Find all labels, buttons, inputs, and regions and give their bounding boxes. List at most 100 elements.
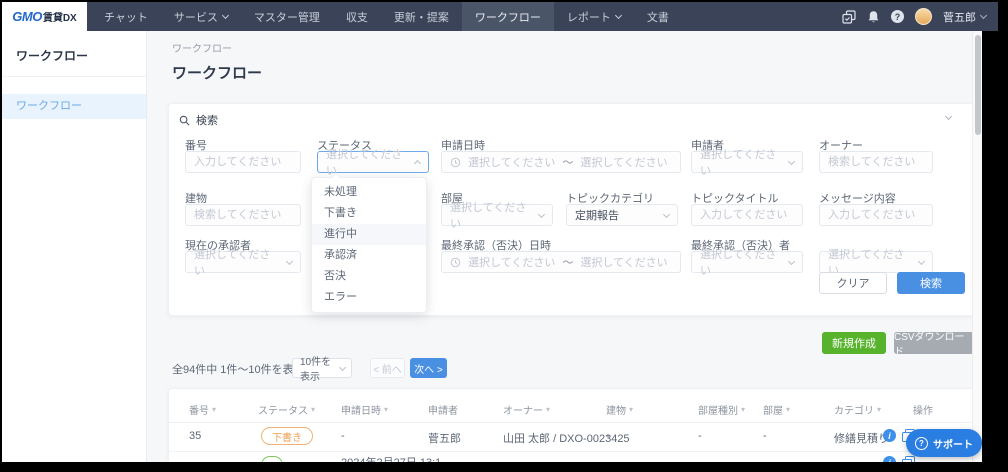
page-size-select[interactable]: 10件を表示 <box>292 357 352 383</box>
top-header: GMO 賃貸DX チャット サービス マスター管理 収支 更新・提案 ワークフロー… <box>2 2 998 31</box>
search-panel-title: 検索 <box>196 115 218 127</box>
status-option-unprocessed[interactable]: 未処理 <box>312 182 426 203</box>
divider <box>2 76 146 77</box>
bell-icon[interactable] <box>867 10 880 24</box>
workflow-table: 番号 ▾ ステータス ▾ 申請日時 ▾ 申請者 オーナー ▾ 建物 ▾ 部屋種別 ▾ 部屋 ▾… <box>168 388 974 462</box>
cell-number: 35 <box>189 430 202 442</box>
nav-item-service[interactable]: サービス <box>161 2 241 31</box>
clock-icon <box>450 257 461 267</box>
header-right: ? 菅五郎 <box>842 2 998 31</box>
chevron-down-icon <box>614 11 622 20</box>
csv-download-button[interactable]: CSVダウンロード <box>894 332 974 358</box>
breadcrumb: ワークフロー <box>172 44 232 55</box>
cell-room: - <box>763 430 767 442</box>
vertical-scrollbar <box>972 31 982 462</box>
owner-search-input[interactable] <box>819 151 933 173</box>
info-icon[interactable]: i <box>883 456 896 462</box>
prev-page-button[interactable]: < 前へ <box>370 358 405 378</box>
clock-icon <box>450 157 461 167</box>
sort-caret-icon: ▾ <box>212 405 217 414</box>
sidebar-item-workflow[interactable]: ワークフロー <box>2 94 146 119</box>
col-header-building[interactable]: 建物 ▾ <box>606 402 633 417</box>
topic-title-input[interactable] <box>691 204 803 226</box>
user-name: 菅五郎 <box>943 11 976 24</box>
support-button[interactable]: ? サポート <box>906 429 982 457</box>
info-icon[interactable]: i <box>883 429 896 442</box>
applied-at-range[interactable]: 選択してください ～ 選択してください <box>441 151 681 173</box>
col-header-applicant: 申請者 <box>428 406 458 417</box>
sidebar-title: ワークフロー <box>16 49 89 63</box>
status-option-rejected[interactable]: 否決 <box>312 266 426 287</box>
clear-button[interactable]: クリア <box>819 272 887 294</box>
nav-item-document[interactable]: 文書 <box>634 2 682 31</box>
next-page-button[interactable]: 次へ > <box>410 358 447 378</box>
col-header-room-type[interactable]: 部屋種別 ▾ <box>698 402 745 417</box>
status-option-approved[interactable]: 承認済 <box>312 245 426 266</box>
main-nav: チャット サービス マスター管理 収支 更新・提案 ワークフロー レポート 文書 <box>91 2 682 31</box>
current-approver-select[interactable]: 選択してください <box>185 249 301 277</box>
avatar[interactable] <box>915 8 932 25</box>
building-search-input[interactable] <box>185 204 301 226</box>
nav-item-balance[interactable]: 収支 <box>333 2 381 31</box>
room-select[interactable]: 選択してください <box>441 202 553 230</box>
status-badge <box>261 456 283 462</box>
create-new-button[interactable]: 新規作成 <box>822 332 886 354</box>
chevron-down-icon <box>787 257 796 265</box>
cell-applied-at: 2024年2月27日 13:1 <box>341 454 441 462</box>
nav-item-workflow[interactable]: ワークフロー <box>461 2 554 31</box>
final-decided-by-select[interactable]: 選択してください <box>691 249 803 277</box>
col-header-status[interactable]: ステータス ▾ <box>258 402 315 417</box>
topic-category-select[interactable]: 定期報告 <box>566 204 678 226</box>
divider <box>169 422 973 423</box>
status-option-in-progress[interactable]: 進行中 <box>312 224 426 245</box>
collapse-chevron-icon[interactable] <box>944 112 953 121</box>
col-header-applied-at[interactable]: 申請日時 ▾ <box>341 402 388 417</box>
app-logo[interactable]: GMO 賃貸DX <box>2 2 87 31</box>
search-panel-header: 検索 <box>179 112 218 128</box>
chevron-down-icon <box>787 157 796 165</box>
tasks-icon[interactable] <box>842 9 856 24</box>
sort-caret-icon: ▾ <box>311 405 316 414</box>
user-menu[interactable]: 菅五郎 <box>943 9 988 25</box>
search-button[interactable]: 検索 <box>897 272 965 294</box>
final-decided-by-select-2[interactable]: 選択してください <box>819 249 933 277</box>
chevron-down-icon <box>285 257 294 265</box>
divider <box>169 451 973 452</box>
chevron-up-icon <box>413 159 422 168</box>
nav-item-chat[interactable]: チャット <box>91 2 161 31</box>
cell-applicant: 菅五郎 <box>428 433 461 445</box>
col-header-category[interactable]: カテゴリ ▾ <box>834 402 881 417</box>
number-input[interactable] <box>185 151 301 173</box>
logo-gmo-text: GMO <box>12 9 42 24</box>
status-select[interactable]: 選択してください <box>317 149 429 177</box>
status-dropdown-menu: 未処理 下書き 進行中 承認済 否決 エラー <box>311 177 427 313</box>
applicant-select[interactable]: 選択してください <box>691 149 803 177</box>
nav-item-master[interactable]: マスター管理 <box>241 2 333 31</box>
status-option-error[interactable]: エラー <box>312 287 426 308</box>
page-title: ワークフロー <box>172 65 263 82</box>
sidebar: ワークフロー ワークフロー <box>2 31 147 462</box>
chevron-down-icon <box>979 11 988 20</box>
nav-item-renewal[interactable]: 更新・提案 <box>381 2 462 31</box>
col-header-owner[interactable]: オーナー ▾ <box>503 402 550 417</box>
col-header-operation: 操作 <box>913 406 933 417</box>
col-header-number[interactable]: 番号 ▾ <box>189 402 216 417</box>
chevron-down-icon <box>221 11 229 20</box>
message-input[interactable] <box>819 204 933 226</box>
chevron-down-icon <box>917 257 926 265</box>
sort-caret-icon: ▾ <box>741 405 746 414</box>
cell-room-type: - <box>698 430 702 442</box>
nav-item-report[interactable]: レポート <box>554 2 634 31</box>
scrollbar-thumb[interactable] <box>975 35 981 135</box>
sort-caret-icon: ▾ <box>786 405 791 414</box>
sort-caret-icon: ▾ <box>629 405 634 414</box>
copy-icon[interactable] <box>902 456 915 462</box>
final-decided-at-range[interactable]: 選択してください ～ 選択してください <box>441 251 681 273</box>
status-badge: 下書き <box>261 427 313 445</box>
col-header-room[interactable]: 部屋 ▾ <box>763 402 790 417</box>
help-icon[interactable]: ? <box>891 10 904 23</box>
cell-building: - <box>606 430 610 442</box>
search-panel: 検索 番号 ステータス 申請日時 申請者 オーナー 選択してください 選択してく… <box>168 103 974 316</box>
support-label: サポート <box>933 439 973 451</box>
status-option-draft[interactable]: 下書き <box>312 203 426 224</box>
